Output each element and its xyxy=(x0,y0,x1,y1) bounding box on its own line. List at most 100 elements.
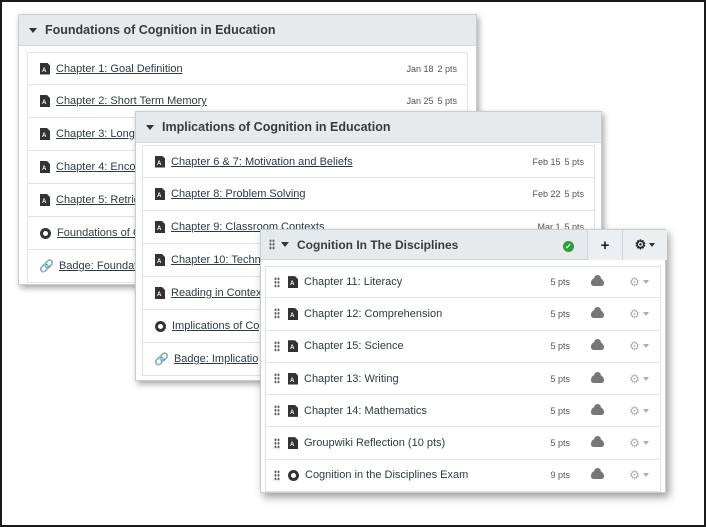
points: 9 pts xyxy=(550,470,570,481)
item-title[interactable]: Chapter 11: Literacy xyxy=(304,276,402,288)
assignment-icon xyxy=(288,307,298,320)
item-title[interactable]: Chapter 1: Goal Definition xyxy=(56,63,183,75)
assignment-icon xyxy=(155,287,165,299)
gear-icon: ⚙ xyxy=(629,275,640,290)
chevron-down-icon xyxy=(642,441,649,446)
item-title[interactable]: Chapter 4: Encod xyxy=(56,161,142,173)
link-icon: 🔗 xyxy=(154,352,169,366)
module-title: Foundations of Cognition in Education xyxy=(45,23,276,37)
chevron-down-icon xyxy=(649,243,656,247)
item-title[interactable]: Chapter 6 & 7: Motivation and Beliefs xyxy=(171,156,353,168)
due-date: Jan 25 xyxy=(406,96,434,106)
item-title[interactable]: Chapter 13: Writing xyxy=(304,373,399,385)
points: 5 pts xyxy=(550,277,570,288)
add-item-button[interactable]: + xyxy=(587,230,622,260)
module-disciplines: Cognition In The Disciplines ✓ + ⚙ Chapt… xyxy=(260,229,667,493)
cloud-icon[interactable] xyxy=(576,371,618,383)
module-item[interactable]: Chapter 13: Writing 5 pts ⚙ xyxy=(265,362,661,396)
cloud-icon[interactable] xyxy=(576,436,618,448)
gear-icon: ⚙ xyxy=(629,306,640,321)
due-date: Feb 22 xyxy=(532,189,561,199)
points: 5 pts xyxy=(437,96,457,106)
points: 5 pts xyxy=(564,189,584,199)
collapse-caret-icon[interactable] xyxy=(29,27,37,33)
item-title[interactable]: Implications of Co xyxy=(172,320,259,332)
chevron-down-icon xyxy=(642,311,649,316)
module-item[interactable]: Chapter 12: Comprehension 5 pts ⚙ xyxy=(265,298,661,331)
chevron-down-icon xyxy=(642,473,649,478)
assignment-icon xyxy=(155,155,165,168)
module-item[interactable]: Chapter 14: Mathematics 5 pts ⚙ xyxy=(265,395,661,428)
item-title[interactable]: Chapter 8: Problem Solving xyxy=(171,188,306,200)
drag-handle-icon[interactable] xyxy=(274,276,280,288)
assignment-icon xyxy=(288,276,298,289)
item-title[interactable]: Foundations of Co xyxy=(57,227,147,239)
points: 5 pts xyxy=(564,156,584,167)
assignment-icon xyxy=(288,437,298,450)
item-title[interactable]: Chapter 3: Long T xyxy=(56,128,144,140)
module-item[interactable]: Chapter 8: Problem Solving Feb 225 pts xyxy=(142,178,595,211)
module-header[interactable]: Foundations of Cognition in Education xyxy=(19,15,476,46)
item-settings-button[interactable]: ⚙ xyxy=(618,468,660,482)
collapse-caret-icon[interactable] xyxy=(146,124,154,130)
module-header[interactable]: Cognition In The Disciplines ✓ + ⚙ xyxy=(261,230,667,260)
item-title[interactable]: Chapter 12: Comprehension xyxy=(304,308,442,320)
drag-handle-icon[interactable] xyxy=(274,437,280,449)
drag-handle-icon[interactable] xyxy=(274,308,280,320)
item-settings-button[interactable]: ⚙ xyxy=(618,404,660,418)
item-settings-button[interactable]: ⚙ xyxy=(618,339,660,353)
item-settings-button[interactable]: ⚙ xyxy=(618,307,660,321)
drag-handle-icon[interactable] xyxy=(269,239,275,250)
chevron-down-icon xyxy=(642,376,649,381)
drag-handle-icon[interactable] xyxy=(274,469,280,481)
item-title[interactable]: Badge: Implicatio xyxy=(174,353,258,365)
quiz-icon xyxy=(155,320,166,332)
item-title[interactable]: Chapter 10: Techn xyxy=(171,254,261,266)
module-item[interactable]: Chapter 15: Science 5 pts ⚙ xyxy=(265,330,661,363)
assignment-icon xyxy=(155,188,165,200)
points: 2 pts xyxy=(437,63,457,74)
item-settings-button[interactable]: ⚙ xyxy=(618,275,660,289)
item-settings-button[interactable]: ⚙ xyxy=(618,436,660,450)
drag-handle-icon[interactable] xyxy=(274,405,280,417)
module-item[interactable]: Cognition in the Disciplines Exam 9 pts … xyxy=(265,459,661,493)
module-item[interactable]: Chapter 6 & 7: Motivation and Beliefs Fe… xyxy=(142,145,595,178)
module-item[interactable]: Chapter 11: Literacy 5 pts ⚙ xyxy=(265,266,661,299)
item-title[interactable]: Chapter 15: Science xyxy=(304,340,404,352)
cloud-icon[interactable] xyxy=(576,468,618,480)
cloud-icon[interactable] xyxy=(576,275,618,287)
gear-icon: ⚙ xyxy=(629,371,640,386)
module-item[interactable]: Groupwiki Reflection (10 pts) 5 pts ⚙ xyxy=(265,427,661,460)
item-settings-button[interactable]: ⚙ xyxy=(618,372,660,386)
collapse-caret-icon[interactable] xyxy=(281,242,289,247)
published-check-icon[interactable]: ✓ xyxy=(563,241,574,252)
item-title[interactable]: Chapter 5: Retriev xyxy=(56,194,145,206)
assignment-icon xyxy=(40,62,50,75)
module-items: Chapter 11: Literacy 5 pts ⚙ Chapter 12:… xyxy=(261,260,665,493)
drag-handle-icon[interactable] xyxy=(274,340,280,352)
chevron-down-icon xyxy=(642,280,649,285)
assignment-icon xyxy=(155,254,165,266)
module-settings-button[interactable]: ⚙ xyxy=(622,230,667,260)
item-title[interactable]: Cognition in the Disciplines Exam xyxy=(305,469,468,481)
cloud-icon[interactable] xyxy=(576,306,618,318)
gear-icon: ⚙ xyxy=(629,339,640,354)
quiz-icon xyxy=(40,227,51,239)
points: 5 pts xyxy=(550,341,570,352)
item-title[interactable]: Chapter 2: Short Term Memory xyxy=(56,95,207,107)
item-title[interactable]: Badge: Foundatio xyxy=(59,260,146,272)
screenshot-frame: Foundations of Cognition in Education Ch… xyxy=(0,0,706,527)
item-title[interactable]: Reading in Contex xyxy=(171,287,262,299)
drag-handle-icon[interactable] xyxy=(274,373,280,385)
module-title: Implications of Cognition in Education xyxy=(162,120,391,134)
cloud-icon[interactable] xyxy=(576,403,618,415)
module-item[interactable]: Chapter 1: Goal Definition Jan 182 pts xyxy=(27,52,468,85)
due-date: Jan 18 xyxy=(406,63,434,74)
assignment-icon xyxy=(288,372,298,385)
module-header[interactable]: Implications of Cognition in Education xyxy=(136,112,601,143)
cloud-icon[interactable] xyxy=(576,339,618,351)
item-title[interactable]: Groupwiki Reflection (10 pts) xyxy=(304,437,445,449)
points: 5 pts xyxy=(550,405,570,416)
link-icon: 🔗 xyxy=(39,259,54,273)
item-title[interactable]: Chapter 14: Mathematics xyxy=(304,405,427,417)
